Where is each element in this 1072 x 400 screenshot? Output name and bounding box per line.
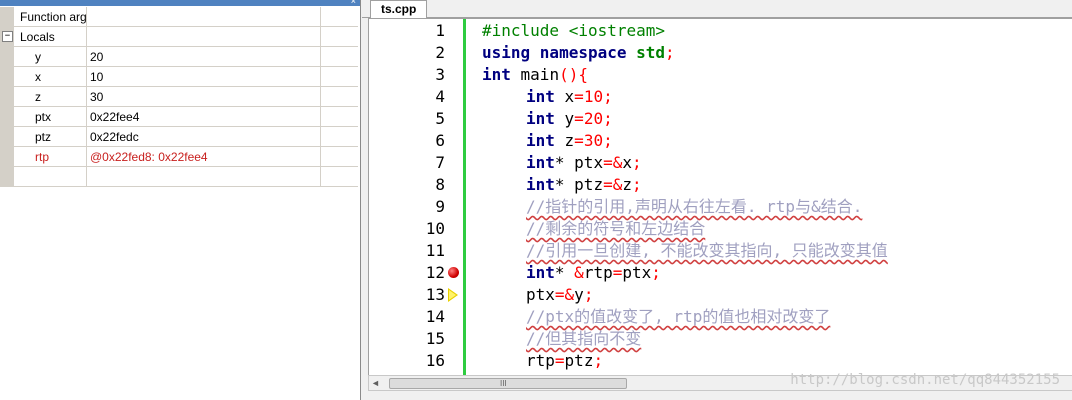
table-row[interactable]: Function arg xyxy=(0,7,358,27)
code-line[interactable]: 15 //但其指向不变 xyxy=(369,328,1072,350)
scroll-left-icon[interactable]: ◄ xyxy=(371,378,380,388)
code-line[interactable]: 7 int* ptx=&x; xyxy=(369,152,1072,174)
code-line[interactable]: 2 using namespace std; xyxy=(369,42,1072,64)
comment: //引用一旦创建, 不能改变其指向, 只能改变其值 xyxy=(526,241,888,260)
panel-title-bar: × xyxy=(0,0,360,6)
row-value: 30 xyxy=(90,90,104,104)
breakpoint-icon[interactable] xyxy=(448,267,459,278)
collapse-icon[interactable]: − xyxy=(2,31,13,42)
code-line[interactable]: 10 //剩余的符号和左边结合 xyxy=(369,218,1072,240)
scrollbar-thumb[interactable]: III xyxy=(389,378,627,389)
row-value: 0x22fedc xyxy=(90,130,139,144)
line-number: 7 xyxy=(435,153,445,172)
code-line[interactable]: 5 int y=20; xyxy=(369,108,1072,130)
code-area[interactable]: 1 #include <iostream> 2 using namespace … xyxy=(368,18,1072,376)
row-name: Locals xyxy=(20,30,55,44)
table-row[interactable] xyxy=(0,167,358,187)
line-number: 14 xyxy=(425,307,445,326)
line-number: 11 xyxy=(425,241,445,260)
comment: //剩余的符号和左边结合 xyxy=(526,219,706,238)
code-editor: ts.cpp 1 #include <iostream> 2 using nam… xyxy=(362,0,1072,400)
line-number: 2 xyxy=(435,43,445,62)
code-line[interactable]: 11 //引用一旦创建, 不能改变其指向, 只能改变其值 xyxy=(369,240,1072,262)
code-line-breakpoint[interactable]: 12 int* &rtp=ptx; xyxy=(369,262,1072,284)
comment: //但其指向不变 xyxy=(526,329,642,348)
table-row[interactable]: rtp @0x22fed8: 0x22fee4 xyxy=(0,147,358,167)
tab-ts-cpp[interactable]: ts.cpp xyxy=(370,0,428,18)
line-number: 6 xyxy=(435,131,445,150)
code-line[interactable]: 16 rtp=ptz; xyxy=(369,350,1072,372)
grip-icon: III xyxy=(500,379,507,388)
comment: //指针的引用,声明从右往左看. rtp与&结合. xyxy=(526,197,863,216)
table-row[interactable]: z 30 xyxy=(0,87,358,107)
line-number: 16 xyxy=(425,351,445,370)
close-icon[interactable]: × xyxy=(351,0,356,6)
code-line[interactable]: 3 int main(){ xyxy=(369,64,1072,86)
line-number: 10 xyxy=(425,219,445,238)
row-value: 10 xyxy=(90,70,104,84)
table-row[interactable]: x 10 xyxy=(0,67,358,87)
line-number: 1 xyxy=(435,21,445,40)
line-number: 3 xyxy=(435,65,445,84)
code-line[interactable]: 8 int* ptz=&z; xyxy=(369,174,1072,196)
current-line-arrow-icon xyxy=(448,288,458,302)
code-line[interactable]: 6 int z=30; xyxy=(369,130,1072,152)
locals-panel: × Function arg − Locals y 20 x 10 z 30 p… xyxy=(0,0,361,400)
line-number: 13 xyxy=(425,285,445,304)
comment: //ptx的值改变了, rtp的值也相对改变了 xyxy=(526,307,831,326)
line-number: 15 xyxy=(425,329,445,348)
code-line[interactable]: 14 //ptx的值改变了, rtp的值也相对改变了 xyxy=(369,306,1072,328)
row-value: 20 xyxy=(90,50,104,64)
code-line[interactable]: 9 //指针的引用,声明从右往左看. rtp与&结合. xyxy=(369,196,1072,218)
line-number: 8 xyxy=(435,175,445,194)
table-row[interactable]: − Locals xyxy=(0,27,358,47)
row-value: 0x22fee4 xyxy=(90,110,140,124)
line-number: 9 xyxy=(435,197,445,216)
row-value: @0x22fed8: 0x22fee4 xyxy=(90,150,208,164)
code-line[interactable]: 4 int x=10; xyxy=(369,86,1072,108)
tab-bar: ts.cpp xyxy=(362,0,1072,18)
line-number: 5 xyxy=(435,109,445,128)
table-row[interactable]: y 20 xyxy=(0,47,358,67)
row-name: Function arg xyxy=(20,10,86,24)
table-row[interactable]: ptz 0x22fedc xyxy=(0,127,358,147)
code-line[interactable]: 1 #include <iostream> xyxy=(369,20,1072,42)
locals-grid: Function arg − Locals y 20 x 10 z 30 ptx… xyxy=(0,7,358,187)
line-number: 12 xyxy=(425,263,445,282)
line-number: 4 xyxy=(435,87,445,106)
code-line-current[interactable]: 13 ptx=&y; xyxy=(369,284,1072,306)
watermark: http://blog.csdn.net/qq844352155 xyxy=(790,372,1060,388)
table-row[interactable]: ptx 0x22fee4 xyxy=(0,107,358,127)
